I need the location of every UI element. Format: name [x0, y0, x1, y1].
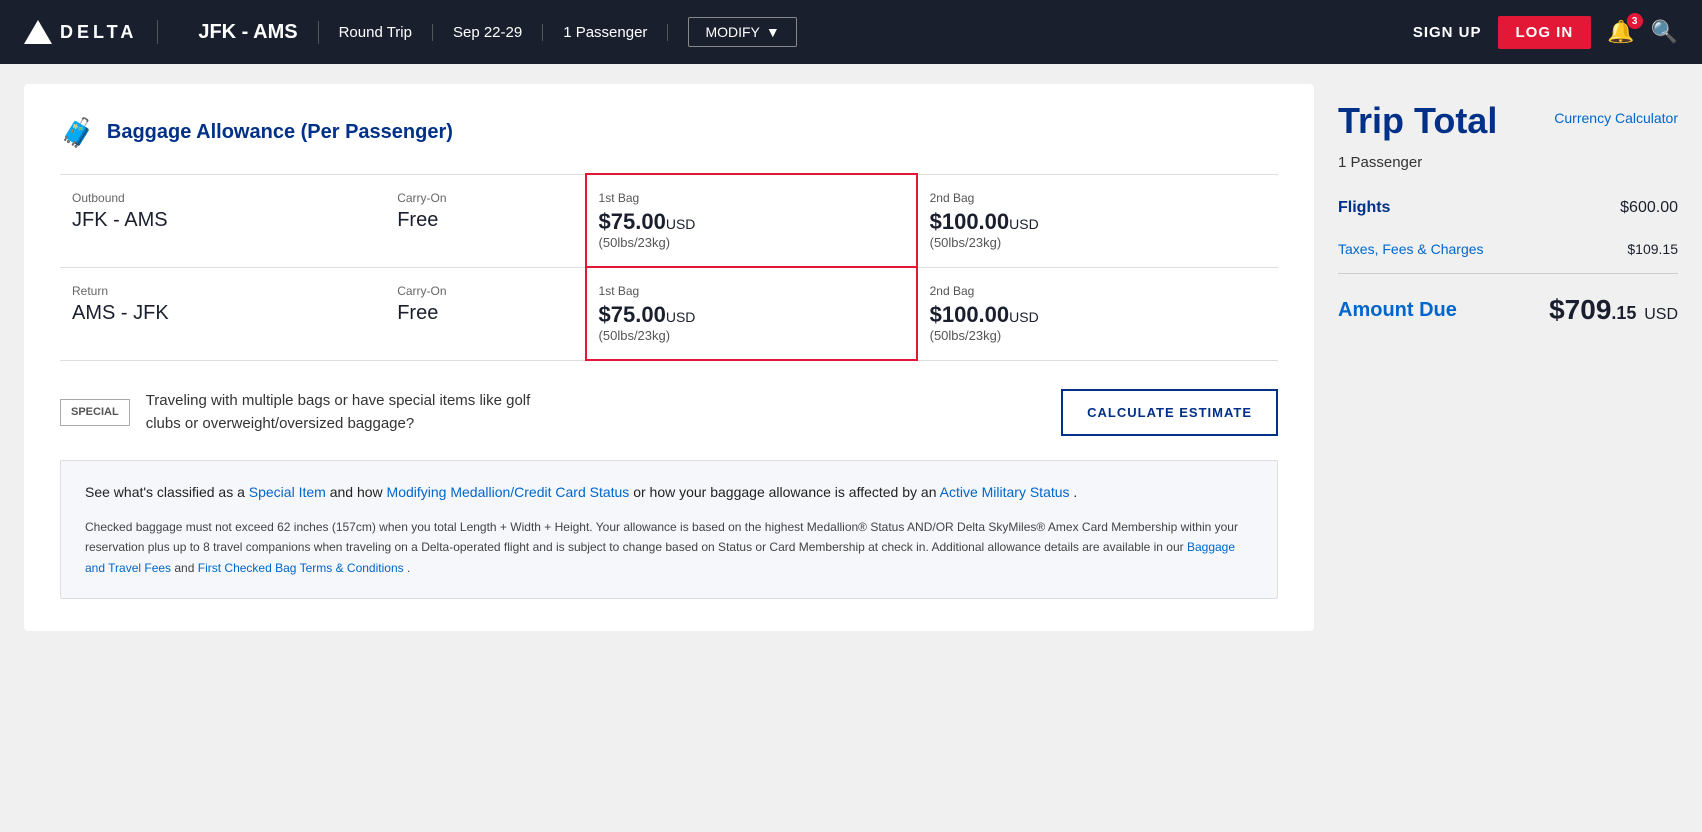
outbound-carryon-value: Free: [397, 209, 572, 232]
outbound-bag1-label: 1st Bag: [599, 191, 904, 205]
header-passengers: 1 Passenger: [543, 24, 668, 41]
trip-passengers: 1 Passenger: [1338, 154, 1678, 171]
outbound-carryon-label: Carry-On: [397, 191, 572, 205]
info-main-text: See what's classified as a Special Item …: [85, 481, 1253, 505]
notification-badge: 3: [1627, 13, 1643, 29]
calculate-estimate-button[interactable]: CALCULATE ESTIMATE: [1061, 389, 1278, 436]
return-bag2-label: 2nd Bag: [930, 284, 1266, 298]
outbound-row: Outbound JFK - AMS Carry-On Free 1st Bag…: [60, 174, 1278, 267]
outbound-label: Outbound: [72, 191, 373, 205]
outbound-bag2-cell: 2nd Bag $100.00USD (50lbs/23kg): [917, 174, 1278, 267]
baggage-icon: 🧳: [60, 116, 95, 149]
delta-triangle-icon: [24, 20, 52, 44]
return-carryon-cell: Carry-On Free: [385, 267, 585, 360]
return-row: Return AMS - JFK Carry-On Free 1st Bag $…: [60, 267, 1278, 360]
taxes-row: Taxes, Fees & Charges $109.15: [1338, 229, 1678, 269]
medallion-link[interactable]: Modifying Medallion/Credit Card Status: [387, 484, 630, 500]
outbound-bag2-label: 2nd Bag: [930, 191, 1266, 205]
first-bag-terms-link[interactable]: First Checked Bag Terms & Conditions: [198, 561, 404, 575]
baggage-panel: 🧳 Baggage Allowance (Per Passenger) Outb…: [24, 84, 1314, 631]
info-sub-text: Checked baggage must not exceed 62 inche…: [85, 517, 1253, 578]
trip-total-panel: Trip Total Currency Calculator 1 Passeng…: [1338, 84, 1678, 631]
outbound-bag1-price: $75.00USD: [599, 209, 904, 235]
modify-label: MODIFY: [705, 24, 759, 40]
return-bag1-label: 1st Bag: [599, 284, 904, 298]
outbound-bag1-cell: 1st Bag $75.00USD (50lbs/23kg): [586, 174, 917, 267]
baggage-header: 🧳 Baggage Allowance (Per Passenger): [60, 116, 1278, 149]
amount-divider: [1338, 273, 1678, 274]
header-dates: Sep 22-29: [433, 24, 543, 41]
military-link[interactable]: Active Military Status: [940, 484, 1070, 500]
flights-row: Flights $600.00: [1338, 187, 1678, 229]
flights-value: $600.00: [1620, 199, 1678, 217]
return-route-value: AMS - JFK: [72, 302, 373, 325]
search-icon[interactable]: 🔍: [1651, 19, 1678, 45]
header-route: JFK - AMS: [178, 21, 318, 44]
currency-calculator-link[interactable]: Currency Calculator: [1554, 110, 1678, 126]
outbound-route-cell: Outbound JFK - AMS: [60, 174, 385, 267]
info-box: See what's classified as a Special Item …: [60, 460, 1278, 599]
signup-button[interactable]: SIGN UP: [1413, 24, 1482, 41]
return-carryon-label: Carry-On: [397, 284, 572, 298]
return-carryon-value: Free: [397, 302, 572, 325]
return-bag2-weight: (50lbs/23kg): [930, 328, 1266, 343]
outbound-bag2-price: $100.00USD: [930, 209, 1266, 235]
baggage-table: Outbound JFK - AMS Carry-On Free 1st Bag…: [60, 173, 1278, 361]
login-button[interactable]: LOG IN: [1498, 16, 1592, 49]
special-text: Traveling with multiple bags or have spe…: [146, 390, 546, 435]
outbound-carryon-cell: Carry-On Free: [385, 174, 585, 267]
amount-due-value: $709.15 USD: [1549, 294, 1678, 326]
trip-total-title: Trip Total: [1338, 100, 1497, 142]
delta-logo-text: DELTA: [60, 22, 137, 43]
amount-due-label: Amount Due: [1338, 299, 1457, 322]
special-left: SPECIAL Traveling with multiple bags or …: [60, 390, 546, 435]
site-header: DELTA JFK - AMS Round Trip Sep 22-29 1 P…: [0, 0, 1702, 64]
outbound-bag1-weight: (50lbs/23kg): [599, 235, 904, 250]
taxes-value: $109.15: [1627, 241, 1678, 257]
special-item-link[interactable]: Special Item: [249, 484, 326, 500]
special-icon: SPECIAL: [60, 399, 130, 426]
taxes-label[interactable]: Taxes, Fees & Charges: [1338, 241, 1484, 257]
notifications-bell[interactable]: 🔔 3: [1607, 19, 1634, 45]
modify-button[interactable]: MODIFY ▼: [688, 17, 796, 47]
modify-chevron-icon: ▼: [766, 24, 780, 40]
return-route-cell: Return AMS - JFK: [60, 267, 385, 360]
special-section: SPECIAL Traveling with multiple bags or …: [60, 361, 1278, 452]
flights-label: Flights: [1338, 199, 1390, 217]
return-bag2-cell: 2nd Bag $100.00USD (50lbs/23kg): [917, 267, 1278, 360]
baggage-title: Baggage Allowance (Per Passenger): [107, 121, 453, 144]
return-bag2-price: $100.00USD: [930, 302, 1266, 328]
header-trip-type: Round Trip: [319, 24, 433, 41]
outbound-route-value: JFK - AMS: [72, 209, 373, 232]
delta-logo: DELTA: [24, 20, 158, 44]
amount-due-row: Amount Due $709.15 USD: [1338, 278, 1678, 342]
main-content: 🧳 Baggage Allowance (Per Passenger) Outb…: [0, 64, 1702, 651]
return-bag1-cell: 1st Bag $75.00USD (50lbs/23kg): [586, 267, 917, 360]
return-bag1-weight: (50lbs/23kg): [599, 328, 904, 343]
return-label: Return: [72, 284, 373, 298]
outbound-bag2-weight: (50lbs/23kg): [930, 235, 1266, 250]
return-bag1-price: $75.00USD: [599, 302, 904, 328]
